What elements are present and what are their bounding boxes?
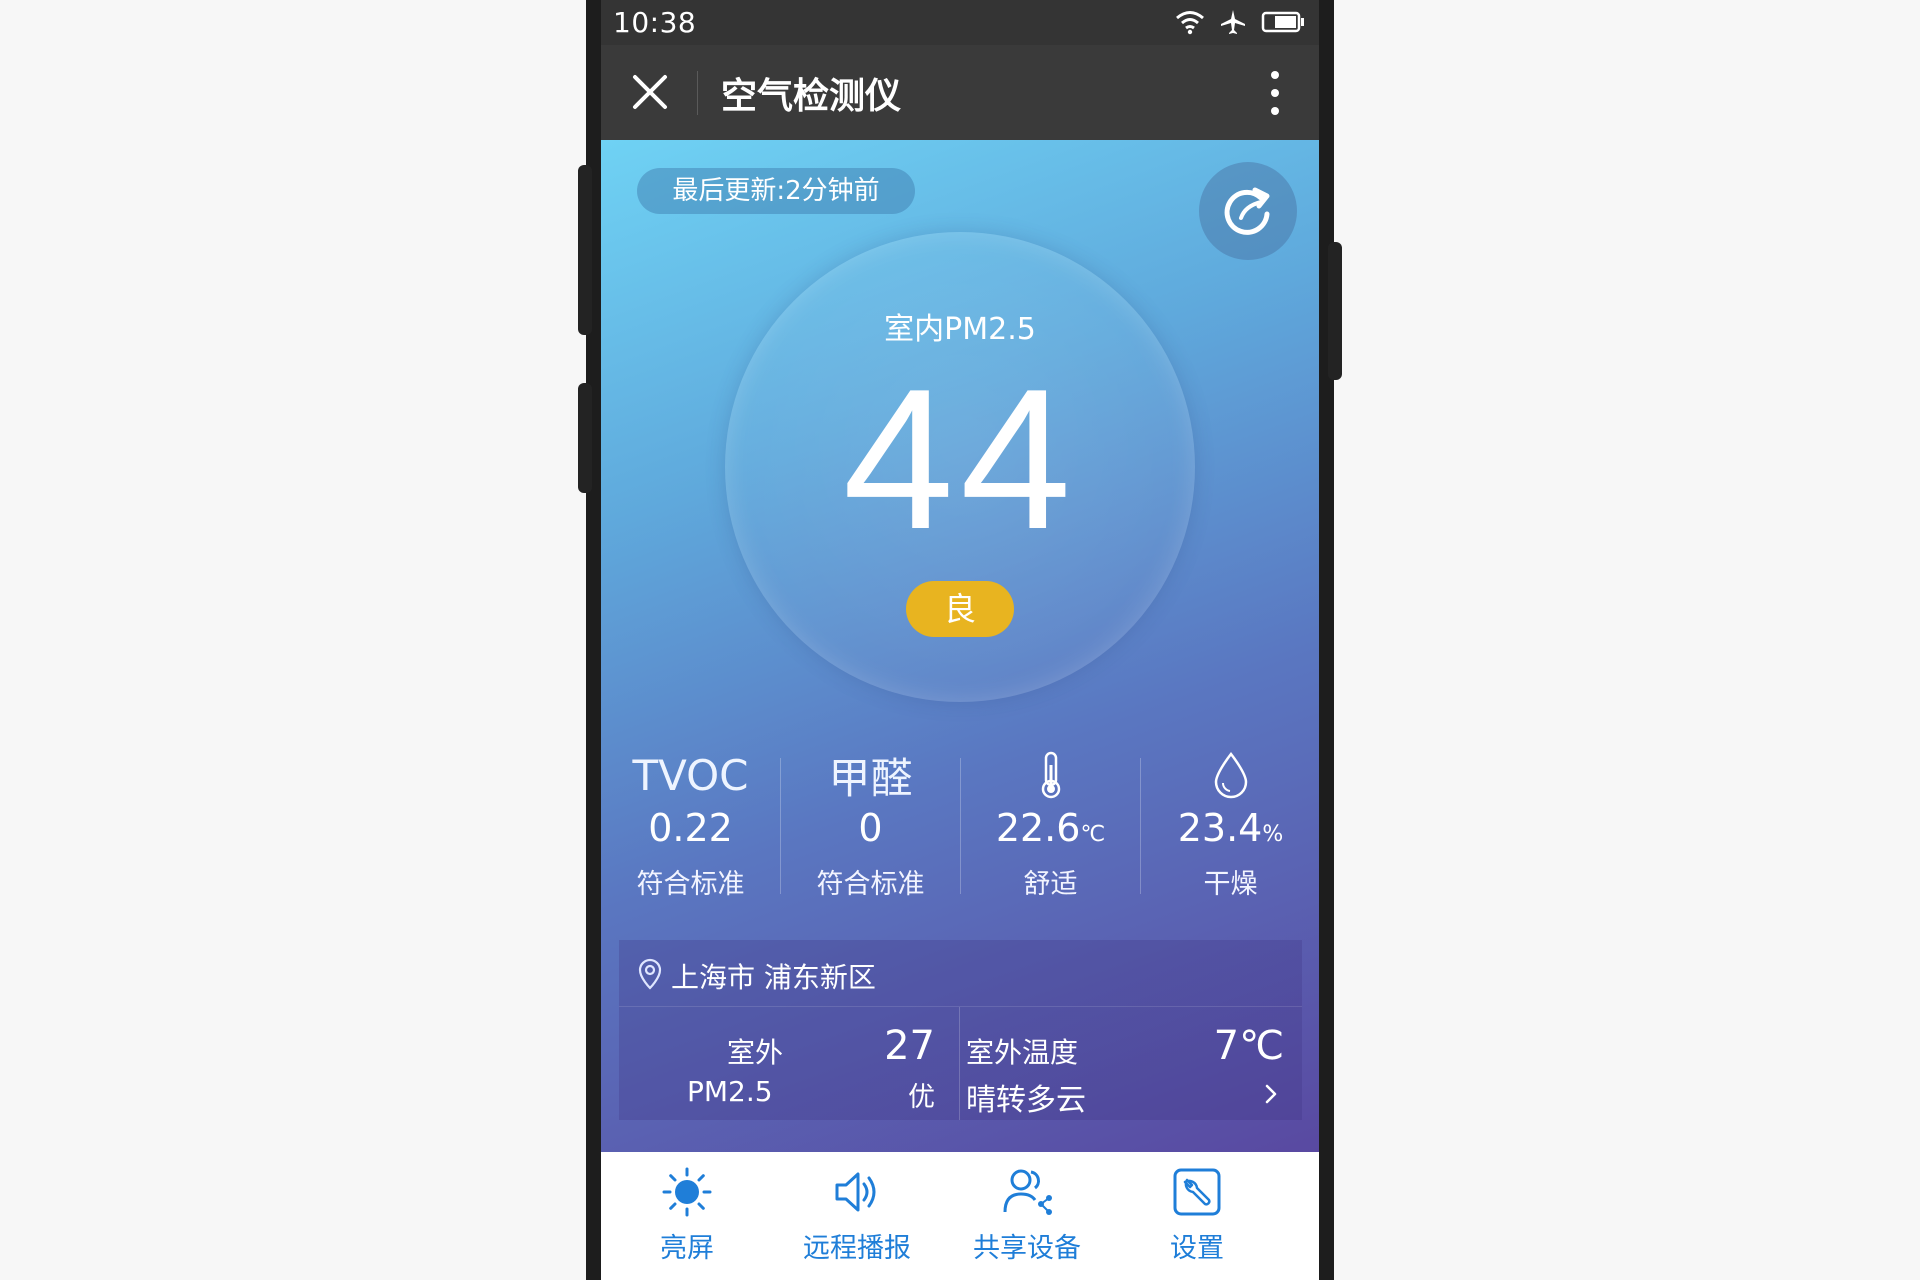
sun-icon <box>662 1167 712 1217</box>
outdoor-condition: 晴转多云 <box>966 1083 1086 1118</box>
nav-screen-on[interactable]: 亮屏 <box>602 1152 772 1280</box>
indoor-pm25-label: 室内PM2.5 <box>884 312 1036 347</box>
status-icons <box>1175 8 1305 36</box>
metric-tvoc-value: 0.22 <box>648 806 733 850</box>
volume-down-button <box>578 383 592 493</box>
metric-formaldehyde-status: 符合标准 <box>816 869 925 900</box>
close-icon[interactable] <box>629 71 671 113</box>
power-button <box>1328 242 1342 380</box>
metric-formaldehyde-value: 0 <box>858 806 883 850</box>
airplane-icon <box>1221 10 1245 34</box>
indoor-pm25-value: 44 <box>842 348 1078 571</box>
refresh-button[interactable] <box>1199 162 1297 260</box>
status-bar: 10:38 <box>601 0 1319 45</box>
nav-share-device-label: 共享设备 <box>973 1233 1081 1264</box>
nav-settings-label: 设置 <box>1170 1233 1224 1264</box>
metric-temperature-status: 舒适 <box>1023 869 1078 900</box>
metric-tvoc-title: TVOC <box>632 750 749 800</box>
speaker-icon <box>835 1172 876 1212</box>
settings-wrench-icon <box>1173 1168 1221 1216</box>
location-row: 上海市 浦东新区 <box>619 940 1302 1007</box>
metric-tvoc-status: 符合标准 <box>636 869 745 900</box>
metric-formaldehyde-title: 甲醛 <box>828 753 913 803</box>
outdoor-pm25-label-1: 室外 <box>727 1036 784 1069</box>
nav-screen-on-label: 亮屏 <box>660 1233 714 1264</box>
outdoor-pm25-value: 27 <box>884 1023 935 1069</box>
outdoor-temp-label: 室外温度 <box>966 1036 1079 1069</box>
status-time: 10:38 <box>613 6 697 39</box>
phone-screen: 10:38 空气检测仪 最后更新:2分钟前 室内PM2.5 44 良 TVOC … <box>601 0 1319 1280</box>
metrics-row: TVOC 0.22 符合标准 甲醛 0 符合标准 22.6℃ 舒适 23.4% … <box>601 748 1319 908</box>
nav-share-device[interactable]: 共享设备 <box>942 1152 1112 1280</box>
metric-formaldehyde: 甲醛 0 符合标准 <box>781 748 960 908</box>
metric-temperature-unit: ℃ <box>1080 822 1106 847</box>
page-title: 空气检测仪 <box>721 76 902 117</box>
bottom-nav: 亮屏 远程播报 共享设备 设置 <box>601 1152 1319 1280</box>
metric-temperature-value: 22.6 <box>995 806 1081 850</box>
metric-temperature: 22.6℃ 舒适 <box>961 748 1140 908</box>
metric-humidity-unit: % <box>1262 822 1284 847</box>
outdoor-temp-section: 室外温度 晴转多云 7℃ <box>960 1007 1302 1120</box>
water-drop-icon <box>1214 751 1247 799</box>
thermometer-icon <box>1041 751 1060 799</box>
main-panel: 最后更新:2分钟前 室内PM2.5 44 良 TVOC 0.22 符合标准 甲醛… <box>601 140 1319 1152</box>
outdoor-pm25-section: 室外 PM2.5 27 优 <box>619 1007 959 1120</box>
metric-humidity-status: 干燥 <box>1203 869 1258 900</box>
air-quality-level-badge: 良 <box>906 581 1014 637</box>
nav-settings[interactable]: 设置 <box>1112 1152 1282 1280</box>
metric-tvoc: TVOC 0.22 符合标准 <box>601 748 780 908</box>
wifi-icon <box>1176 11 1204 35</box>
share-users-icon <box>1003 1169 1052 1215</box>
volume-up-button <box>578 165 592 335</box>
more-options-icon[interactable] <box>1269 69 1281 117</box>
app-title-bar: 空气检测仪 <box>601 45 1319 140</box>
nav-remote-broadcast[interactable]: 远程播报 <box>772 1152 942 1280</box>
chevron-right-icon <box>1265 1084 1277 1104</box>
nav-remote-broadcast-label: 远程播报 <box>803 1233 911 1264</box>
refresh-icon <box>1224 187 1270 235</box>
outdoor-weather-card[interactable]: 上海市 浦东新区 室外 PM2.5 27 优 室外温度 晴转多云 7℃ <box>619 940 1302 1120</box>
metric-humidity-value: 23.4 <box>1177 806 1263 850</box>
outdoor-pm25-grade: 优 <box>908 1082 935 1113</box>
last-update-badge: 最后更新:2分钟前 <box>637 168 915 214</box>
title-divider <box>697 71 698 115</box>
location-text: 上海市 浦东新区 <box>671 961 876 994</box>
location-pin-icon <box>638 958 662 990</box>
metric-humidity: 23.4% 干燥 <box>1141 748 1319 908</box>
outdoor-pm25-label-2: PM2.5 <box>687 1075 773 1108</box>
outdoor-temp-value: 7℃ <box>1213 1023 1284 1069</box>
battery-icon <box>1261 11 1304 33</box>
